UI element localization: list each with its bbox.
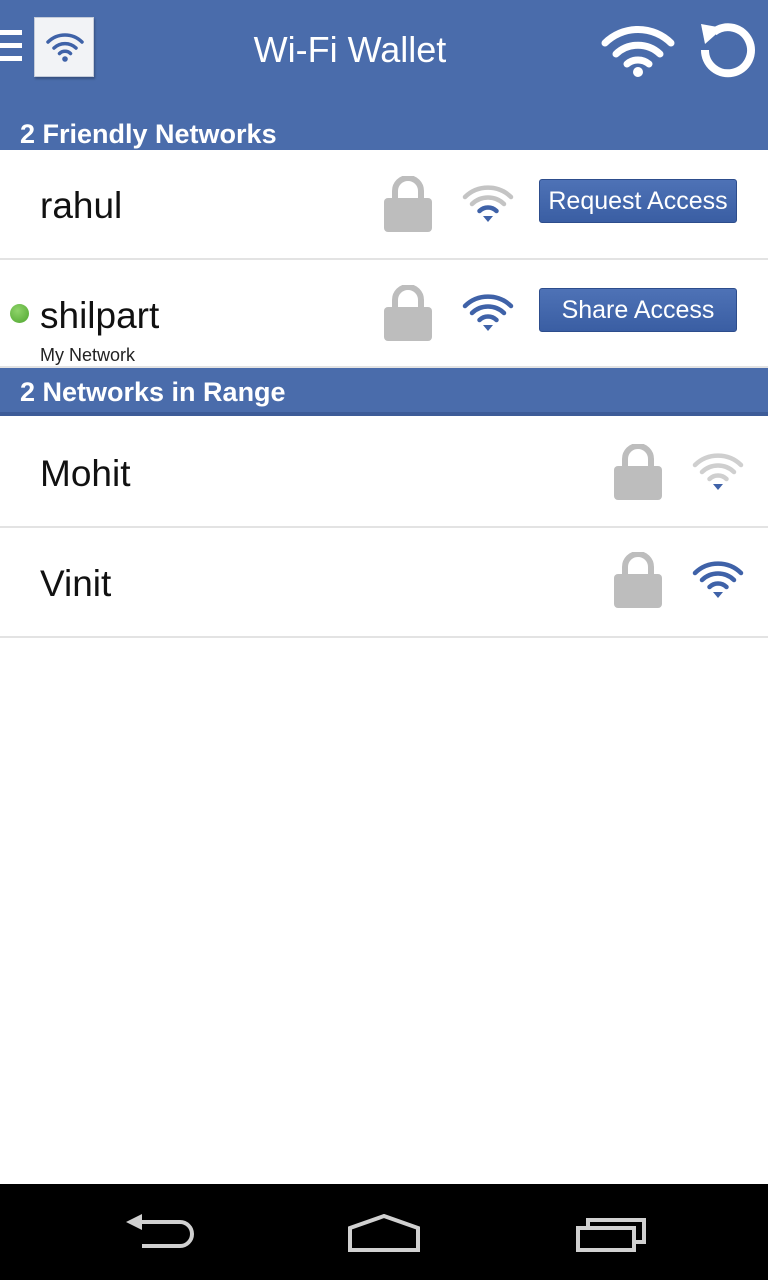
lock-icon bbox=[614, 552, 662, 608]
friendly-networks-header-label: 2 Friendly Networks bbox=[20, 119, 277, 149]
network-row-shilpart[interactable]: shilpart My Network Share Access bbox=[0, 260, 768, 368]
wifi-signal-strong-icon bbox=[462, 294, 514, 331]
wifi-app-icon[interactable] bbox=[34, 17, 94, 77]
lock-icon bbox=[384, 285, 432, 341]
wifi-icon[interactable] bbox=[600, 24, 676, 78]
wifi-signal-weak-icon bbox=[462, 185, 514, 222]
home-icon[interactable] bbox=[346, 1214, 422, 1254]
back-icon[interactable] bbox=[122, 1212, 198, 1252]
network-row-mohit[interactable]: Mohit bbox=[0, 418, 768, 528]
connected-status-dot bbox=[10, 304, 29, 323]
wifi-signal-weak-icon bbox=[692, 453, 744, 490]
network-row-vinit[interactable]: Vinit bbox=[0, 528, 768, 638]
network-subtitle: My Network bbox=[40, 345, 136, 365]
lock-icon bbox=[384, 176, 432, 232]
network-row-rahul[interactable]: rahul Request Access bbox=[0, 150, 768, 260]
network-name: rahul bbox=[40, 185, 123, 226]
app-bar: Wi-Fi Wallet bbox=[0, 0, 768, 112]
share-access-button[interactable]: Share Access bbox=[539, 288, 737, 332]
network-name: Mohit bbox=[40, 453, 131, 494]
app-title: Wi-Fi Wallet bbox=[253, 29, 447, 70]
network-name: Vinit bbox=[40, 563, 112, 604]
network-name: shilpart bbox=[40, 295, 160, 336]
recents-icon[interactable] bbox=[574, 1216, 648, 1256]
lock-icon bbox=[614, 444, 662, 500]
networks-in-range-header-label: 2 Networks in Range bbox=[20, 377, 286, 407]
system-navigation-bar bbox=[0, 1184, 768, 1280]
refresh-icon[interactable] bbox=[697, 18, 757, 78]
request-access-button[interactable]: Request Access bbox=[539, 179, 737, 223]
networks-in-range-header: 2 Networks in Range bbox=[0, 368, 768, 416]
hamburger-icon[interactable] bbox=[0, 30, 22, 70]
wifi-signal-strong-icon bbox=[692, 561, 744, 598]
